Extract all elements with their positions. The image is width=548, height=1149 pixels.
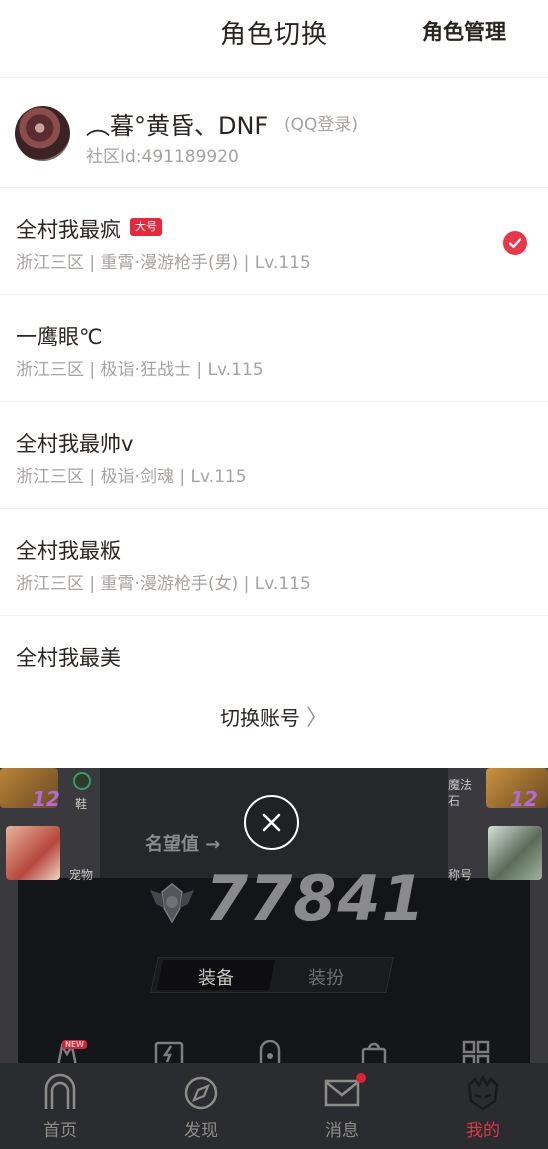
account-row: ︵暮°黄昏、DNF (QQ登录) 社区Id:491189920 [0, 78, 548, 188]
role-item-4[interactable]: 全村我最美 [0, 616, 548, 676]
role-info: 浙江三区 | 重霄·漫游枪手(男) | Lv.115 [16, 253, 311, 273]
title-card-icon [488, 826, 542, 880]
account-name: ︵暮°黄昏、DNF [86, 112, 269, 140]
role-manage-button[interactable]: 角色管理 [422, 16, 506, 46]
nav-label: 我的 [466, 1121, 500, 1141]
role-info: 浙江三区 | 极诣·剑魂 | Lv.115 [16, 467, 247, 487]
fame-value: 77841 [205, 862, 426, 935]
role-info: 浙江三区 | 重霄·漫游枪手(女) | Lv.115 [16, 574, 311, 594]
home-arch-icon [44, 1073, 76, 1109]
nav-item-messages[interactable]: 消息 [292, 1063, 392, 1149]
title-label: 称号 [448, 868, 473, 882]
switch-account-button[interactable]: 切换账号〉 [0, 700, 548, 732]
switch-account-label: 切换账号 [219, 706, 300, 730]
bottom-nav: 首页 发现 消息 我的 [0, 1063, 548, 1149]
close-icon [262, 813, 281, 832]
shoe-slot-icon [73, 772, 91, 790]
role-switch-sheet: 角色切换 角色管理 ︵暮°黄昏、DNF (QQ登录) 社区Id:49118992… [0, 0, 548, 768]
nav-label: 消息 [325, 1121, 359, 1141]
shoe-label: 鞋 [75, 797, 88, 811]
profile-helmet-icon [467, 1074, 499, 1111]
nav-label: 发现 [184, 1121, 218, 1141]
role-item-3[interactable]: 全村我最粄 浙江三区 | 重霄·漫游枪手(女) | Lv.115 [0, 509, 548, 616]
right-level-number: 12 [510, 787, 538, 811]
community-id: 社区Id:491189920 [86, 147, 239, 167]
fame-label: 名望值 → [145, 834, 221, 855]
login-type: (QQ登录) [284, 115, 359, 135]
rank-emblem-icon [146, 882, 198, 930]
role-item-1[interactable]: 一鹰眼℃ 浙江三区 | 极诣·狂战士 | Lv.115 [0, 295, 548, 402]
nav-item-discover[interactable]: 发现 [151, 1063, 251, 1149]
magic-stone-label: 魔法 石 [448, 778, 473, 808]
left-level-number: 12 [32, 787, 60, 811]
role-item-0[interactable]: 全村我最疯 大号 浙江三区 | 重霄·漫游枪手(男) | Lv.115 [0, 188, 548, 295]
tab-equip[interactable]: 装备 [198, 964, 234, 990]
role-item-2[interactable]: 全村我最帅v 浙江三区 | 极诣·剑魂 | Lv.115 [0, 402, 548, 509]
close-button[interactable] [244, 795, 299, 850]
compass-icon [184, 1076, 218, 1110]
role-name: 一鹰眼℃ [16, 325, 103, 349]
pet-card-icon [6, 826, 60, 880]
nav-label: 首页 [43, 1121, 77, 1141]
chevron-right-icon: 〉 [305, 706, 328, 731]
new-tag: NEW [62, 1040, 87, 1049]
sheet-header: 角色切换 角色管理 [0, 0, 548, 78]
main-account-badge: 大号 [130, 218, 162, 236]
role-name: 全村我最疯 [16, 218, 121, 242]
unread-dot [356, 1073, 366, 1083]
role-name: 全村我最帅v [16, 432, 134, 456]
avatar [15, 106, 70, 161]
checkmark-icon [503, 231, 527, 255]
role-info: 浙江三区 | 极诣·狂战士 | Lv.115 [16, 360, 264, 380]
pet-label: 宠物 [69, 868, 94, 882]
nav-item-home[interactable]: 首页 [10, 1063, 110, 1149]
role-name: 全村我最粄 [16, 539, 121, 563]
nav-item-profile[interactable]: 我的 [433, 1063, 533, 1149]
role-name: 全村我最美 [16, 646, 121, 670]
tab-costume[interactable]: 装扮 [308, 964, 344, 990]
